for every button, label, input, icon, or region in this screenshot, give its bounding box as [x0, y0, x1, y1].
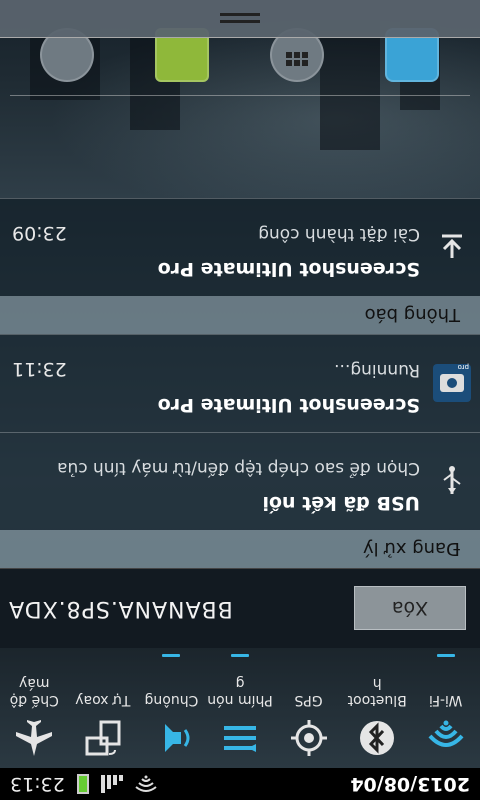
toggle-on-indicator: [436, 654, 455, 657]
toggle-on-indicator: [230, 654, 249, 657]
screenshot-app-icon: pro: [424, 335, 480, 432]
notification-title: Screenshot Ultimate Pro: [157, 258, 420, 280]
toggle-hotkey[interactable]: Phím nóng: [206, 648, 275, 768]
bluetooth-icon: [360, 721, 395, 755]
battery-charging-icon: [76, 774, 89, 794]
wifi-icon: [428, 720, 464, 747]
gps-icon: [290, 720, 327, 756]
clear-notifications-button[interactable]: Xóa: [354, 586, 466, 631]
usb-icon: [424, 433, 480, 530]
divider: [10, 95, 470, 96]
status-bar: 2013/08/04 23:13: [0, 768, 480, 800]
toggle-gps[interactable]: GPS: [274, 648, 343, 768]
carrier-name: BBANANA.SP8.XDA: [8, 596, 233, 621]
notification-subtitle: Running...: [334, 360, 420, 380]
status-time: 23:13: [10, 773, 65, 795]
airplane-icon: [16, 720, 53, 756]
download-icon: [424, 199, 480, 296]
toggle-label: Tự xoay: [75, 692, 131, 708]
toggle-label: Chuông: [144, 692, 199, 708]
toggle-label: GPS: [294, 692, 323, 708]
notification-title: Screenshot Ultimate Pro: [157, 394, 420, 416]
notification-shade-screen: 2013/08/04 23:13 Wi-Fi Bluetooth GPS Phí…: [0, 0, 480, 800]
auto-rotate-icon: [85, 720, 121, 756]
section-header-notifications: Thông báo: [0, 296, 480, 334]
notification-time: 23:09: [12, 222, 67, 244]
notification-time: 23:11: [12, 358, 67, 380]
status-icons: 23:13: [10, 773, 157, 795]
toggle-airplane[interactable]: Chế độ máy: [0, 648, 69, 768]
toggle-wifi[interactable]: Wi-Fi: [411, 648, 480, 768]
status-date: 2013/08/04: [350, 773, 470, 795]
grid-icon: [286, 52, 309, 66]
section-header-ongoing: Đang xử lý: [0, 530, 480, 568]
wifi-signal-icon: [135, 775, 157, 792]
notification-subtitle: Chọn để sao chép tệp đến/từ máy tính của: [57, 458, 420, 478]
toggle-ringer[interactable]: Chuông: [137, 648, 206, 768]
pro-badge: pro: [458, 364, 469, 372]
toggle-label: Chế độ máy: [9, 675, 59, 708]
toggle-auto-rotate[interactable]: Tự xoay: [69, 648, 138, 768]
toggle-label: Phím nóng: [207, 675, 273, 708]
toggle-label: Bluetooth: [347, 675, 407, 708]
notification-title: USB đã kết nối: [262, 492, 420, 514]
toggle-bluetooth[interactable]: Bluetooth: [343, 648, 412, 768]
drawer-handle[interactable]: [0, 0, 480, 38]
toggle-label: Wi-Fi: [429, 692, 463, 708]
quick-toggles-panel: Wi-Fi Bluetooth GPS Phím nóng Chuông Tự …: [0, 648, 480, 768]
notification-screenshot-installed[interactable]: Screenshot Ultimate Pro Cài đặt thành cô…: [0, 198, 480, 296]
carrier-row: Xóa BBANANA.SP8.XDA: [0, 568, 480, 648]
notification-usb[interactable]: USB đã kết nối Chọn để sao chép tệp đến/…: [0, 432, 480, 530]
handle-grip-icon: [220, 13, 260, 24]
cell-signal-icon: [100, 775, 123, 793]
hotkey-icon: [223, 726, 256, 752]
notification-screenshot-running[interactable]: pro Screenshot Ultimate Pro Running... 2…: [0, 334, 480, 432]
ringer-icon: [165, 724, 190, 752]
notification-subtitle: Cài đặt thành công: [258, 224, 420, 244]
toggle-on-indicator: [162, 654, 181, 657]
